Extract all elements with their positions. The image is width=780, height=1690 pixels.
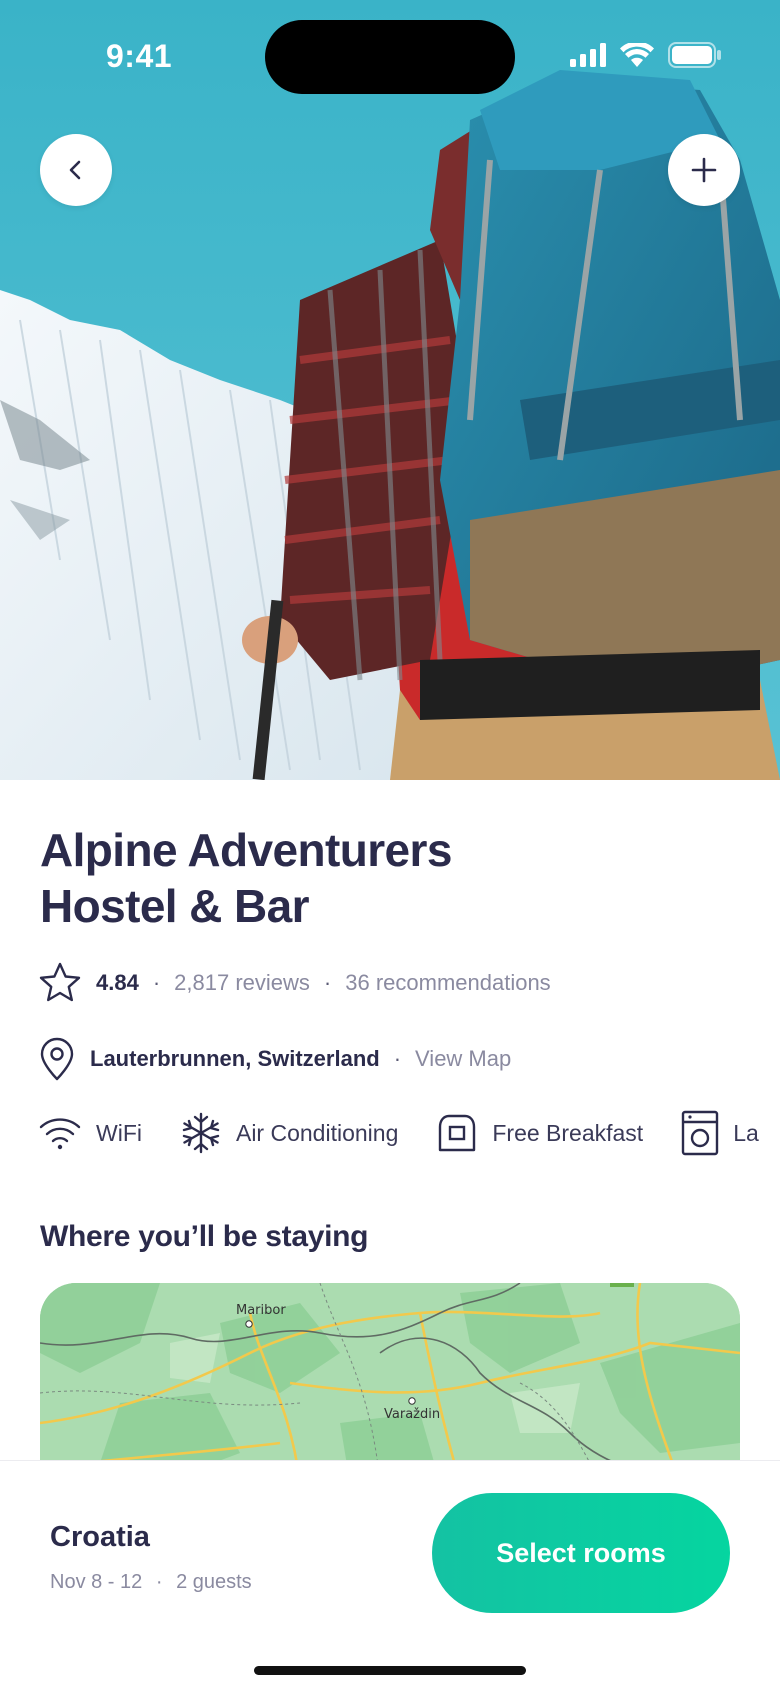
listing-title-line1: Alpine Adventurers (40, 824, 452, 876)
star-icon (39, 962, 81, 1002)
plus-icon (691, 157, 717, 183)
amenity-label: WiFi (96, 1119, 142, 1146)
wifi-icon (620, 43, 654, 67)
map-tiles (40, 1283, 740, 1483)
booking-bar: Croatia Nov 8 - 12 · 2 guests Select roo… (0, 1460, 780, 1690)
map-label-varazdin: Varaždin (384, 1407, 441, 1422)
listing-title: Alpine Adventurers Hostel & Bar (40, 822, 640, 934)
staying-section-title: Where you’ll be staying (40, 1220, 369, 1253)
add-button[interactable] (668, 134, 740, 206)
status-time: 9:41 (106, 38, 173, 74)
hero-photo: 9:41 (0, 0, 780, 780)
amenity-air-conditioning: Air Conditioning (180, 1112, 398, 1154)
location-pin-icon (40, 1037, 74, 1081)
booking-details[interactable]: Nov 8 - 12 · 2 guests (50, 1571, 252, 1594)
reviews-link[interactable]: 2,817 reviews (174, 970, 310, 996)
amenity-label: La (733, 1119, 759, 1146)
wifi-icon (39, 1118, 81, 1150)
chevron-left-icon (69, 160, 81, 180)
cellular-signal-icon (570, 43, 606, 67)
location-name: Lauterbrunnen, Switzerland (90, 1046, 380, 1071)
status-icons (570, 42, 722, 68)
home-indicator (254, 1666, 526, 1675)
toaster-icon (439, 1114, 476, 1152)
amenity-free-breakfast: Free Breakfast (436, 1113, 643, 1153)
status-bar: 9:41 (0, 0, 780, 120)
location-map[interactable]: Maribor Varaždin (40, 1283, 740, 1483)
amenity-laundry: La (681, 1110, 759, 1156)
amenity-label: Air Conditioning (235, 1119, 399, 1146)
washing-machine-icon (682, 1110, 719, 1156)
amenity-wifi: WiFi (38, 1116, 142, 1150)
view-map-link[interactable]: View Map (415, 1046, 511, 1072)
separator-dot: · (155, 1571, 163, 1593)
snowflake-icon (182, 1112, 220, 1154)
recommendations-link[interactable]: 36 recommendations (345, 970, 550, 996)
back-button[interactable] (40, 134, 112, 206)
booking-guests: 2 guests (176, 1571, 252, 1593)
separator-dot: · (393, 1046, 402, 1071)
separator-dot: · (323, 970, 332, 995)
amenities-list[interactable]: WiFi Air Conditioning Free Breakfast La (38, 1110, 780, 1156)
select-rooms-button[interactable]: Select rooms (432, 1493, 730, 1613)
select-rooms-label: Select rooms (496, 1537, 666, 1568)
amenity-label: Free Breakfast (492, 1119, 644, 1146)
rating-row: 4.84 · 2,817 reviews · 36 recommendation… (38, 962, 551, 1004)
location-row: Lauterbrunnen, Switzerland · View Map (38, 1037, 511, 1081)
listing-title-line2: Hostel & Bar (40, 880, 309, 932)
dynamic-island (265, 20, 515, 94)
booking-destination: Croatia (50, 1521, 150, 1553)
separator-dot: · (152, 970, 161, 995)
map-label-maribor: Maribor (236, 1303, 286, 1318)
booking-dates: Nov 8 - 12 (50, 1571, 143, 1593)
rating-value: 4.84 (96, 970, 139, 995)
battery-icon (668, 42, 721, 68)
